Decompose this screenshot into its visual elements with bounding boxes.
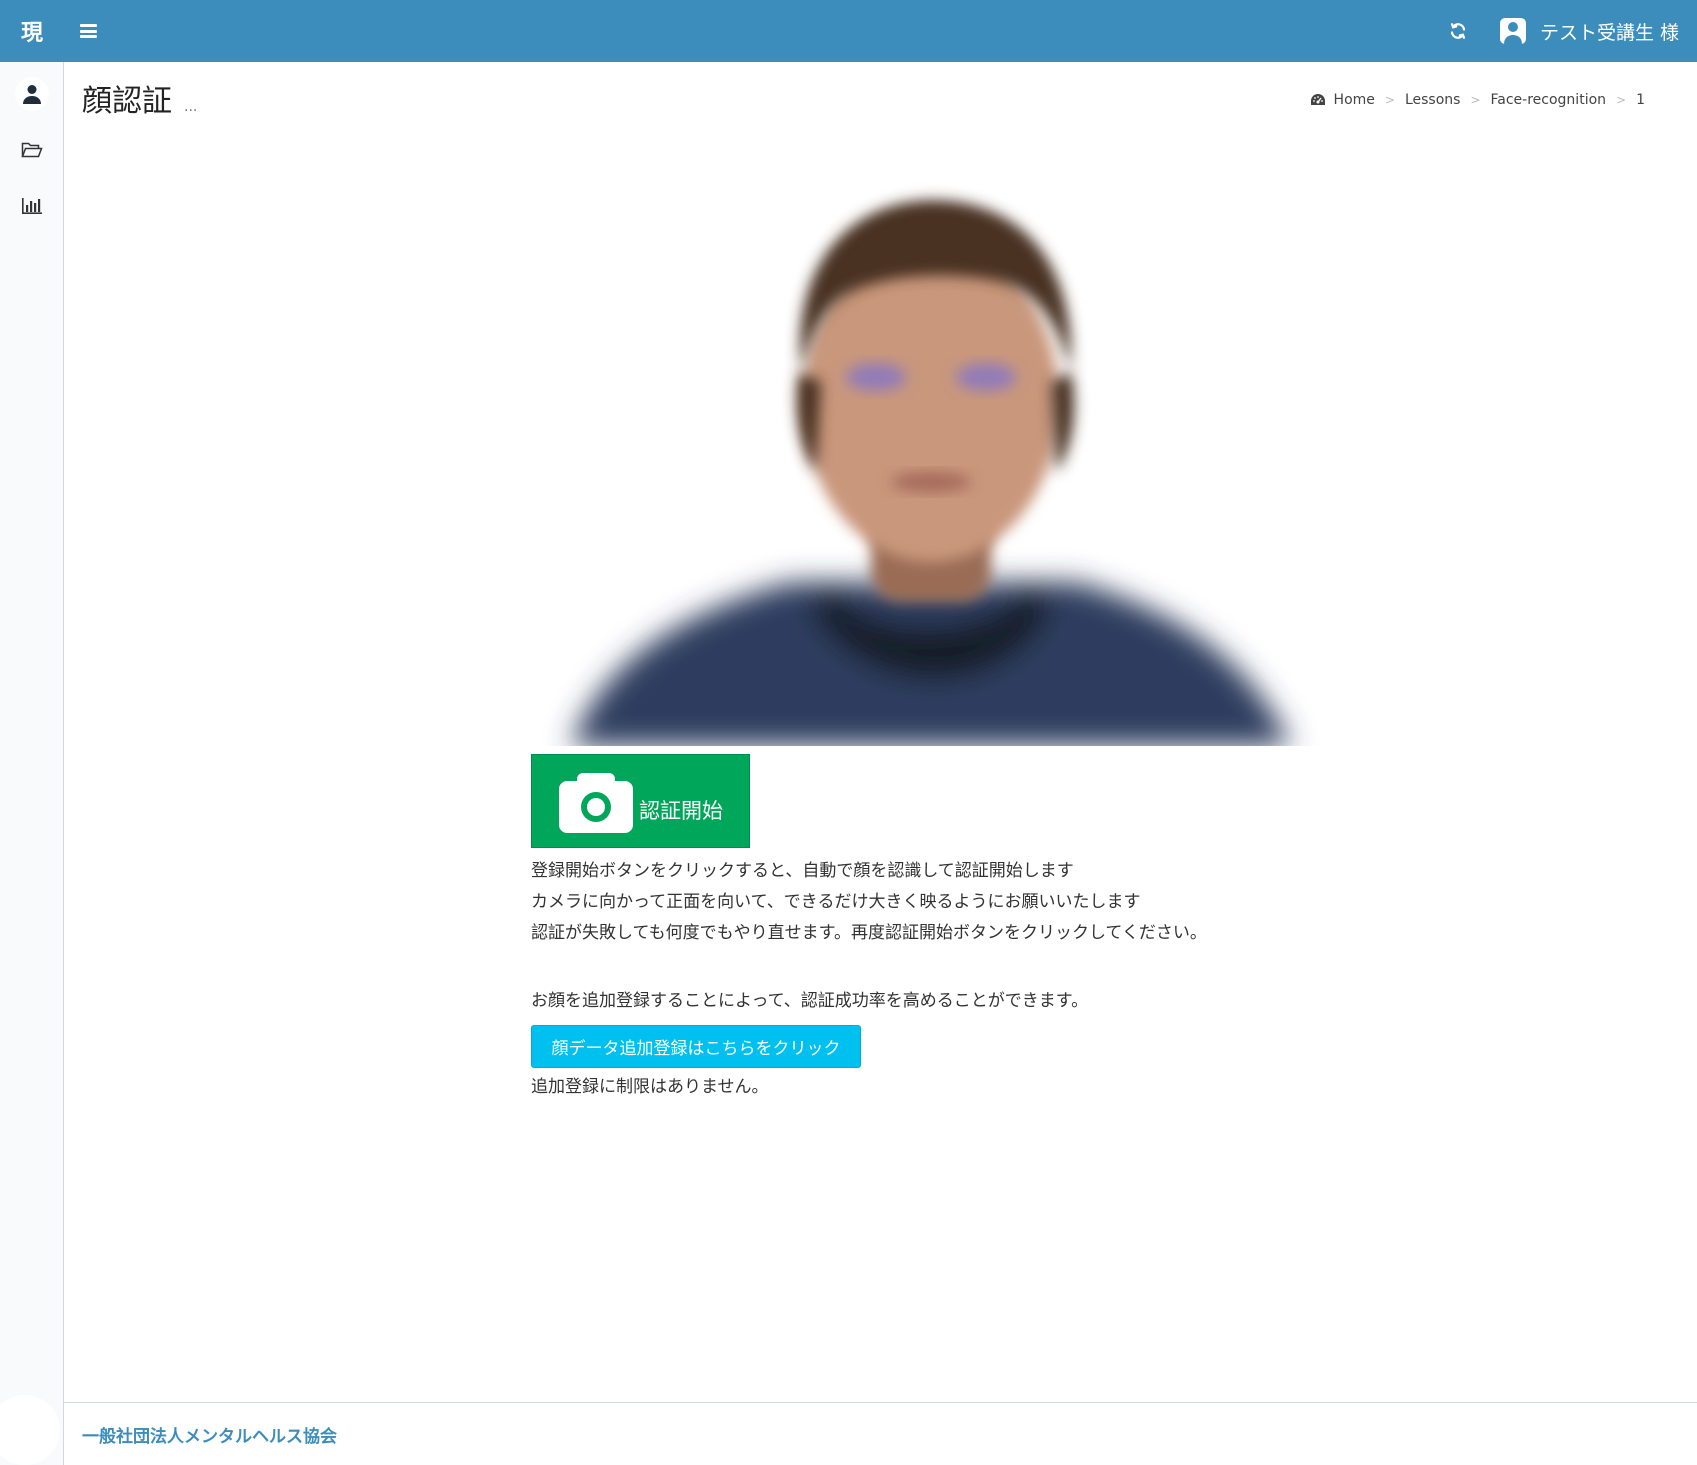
- instruction-line: 認証が失敗しても何度でもやり直せます。再度認証開始ボタンをクリックしてください。: [531, 923, 1207, 943]
- no-limit-note: 追加登録に制限はありません。: [531, 1077, 769, 1097]
- start-auth-label: 認証開始: [639, 799, 723, 823]
- hamburger-icon: [79, 24, 97, 38]
- user-menu[interactable]: テスト受講生 様: [1499, 0, 1679, 62]
- camera-preview: [531, 142, 1338, 746]
- page-header: 顔認証 ...: [82, 76, 197, 120]
- bar-chart-icon: [22, 198, 42, 214]
- instruction-line: カメラに向かって正面を向いて、できるだけ大きく映るようにお願いいたします: [531, 892, 1141, 912]
- refresh-button[interactable]: [1436, 0, 1480, 62]
- folder-open-icon: [21, 142, 43, 158]
- sidebar-item-reports[interactable]: [0, 178, 64, 234]
- page-subtitle: ...: [184, 99, 198, 115]
- instruction-line: 登録開始ボタンをクリックすると、自動で顔を認識して認証開始します: [531, 861, 1074, 881]
- instructions: 登録開始ボタンをクリックすると、自動で顔を認識して認証開始します カメラに向かっ…: [531, 856, 1207, 949]
- top-navbar: 現 テスト受講生 様: [0, 0, 1697, 62]
- user-icon: [23, 85, 41, 104]
- app-logo[interactable]: 現: [0, 0, 64, 62]
- sidebar: [0, 62, 64, 1465]
- sidebar-item-folder[interactable]: [0, 122, 64, 178]
- user-name: テスト受講生 様: [1539, 21, 1679, 44]
- breadcrumb-face-recognition[interactable]: Face-recognition: [1491, 92, 1607, 108]
- dashboard-icon: [1310, 93, 1326, 107]
- avatar-icon: [1499, 18, 1526, 44]
- refresh-icon: [1450, 23, 1466, 39]
- sidebar-toggle-button[interactable]: [64, 0, 112, 62]
- add-registration-info: お顔を追加登録することによって、認証成功率を高めることができます。: [531, 991, 1089, 1011]
- camera-icon: [559, 773, 633, 833]
- breadcrumb: Home > Lessons > Face-recognition > 1: [1310, 92, 1645, 108]
- breadcrumb-separator: >: [1384, 93, 1395, 107]
- breadcrumb-separator: >: [1470, 93, 1481, 107]
- page-title: 顔認証: [82, 84, 172, 119]
- camera-feed-image: [531, 142, 1338, 746]
- start-auth-button[interactable]: 認証開始: [531, 754, 750, 848]
- footer-org-link[interactable]: 一般社団法人メンタルヘルス協会: [82, 1422, 337, 1447]
- sidebar-item-profile[interactable]: [0, 66, 64, 122]
- add-face-data-button[interactable]: 顔データ追加登録はこちらをクリック: [531, 1025, 861, 1068]
- main-content: 顔認証 ... Home > Lessons > Face-recognitio…: [64, 62, 1697, 1402]
- breadcrumb-home[interactable]: Home: [1334, 92, 1375, 108]
- breadcrumb-current: 1: [1636, 92, 1645, 108]
- footer: 一般社団法人メンタルヘルス協会: [64, 1402, 1697, 1465]
- breadcrumb-lessons[interactable]: Lessons: [1405, 92, 1461, 108]
- breadcrumb-separator: >: [1616, 93, 1627, 107]
